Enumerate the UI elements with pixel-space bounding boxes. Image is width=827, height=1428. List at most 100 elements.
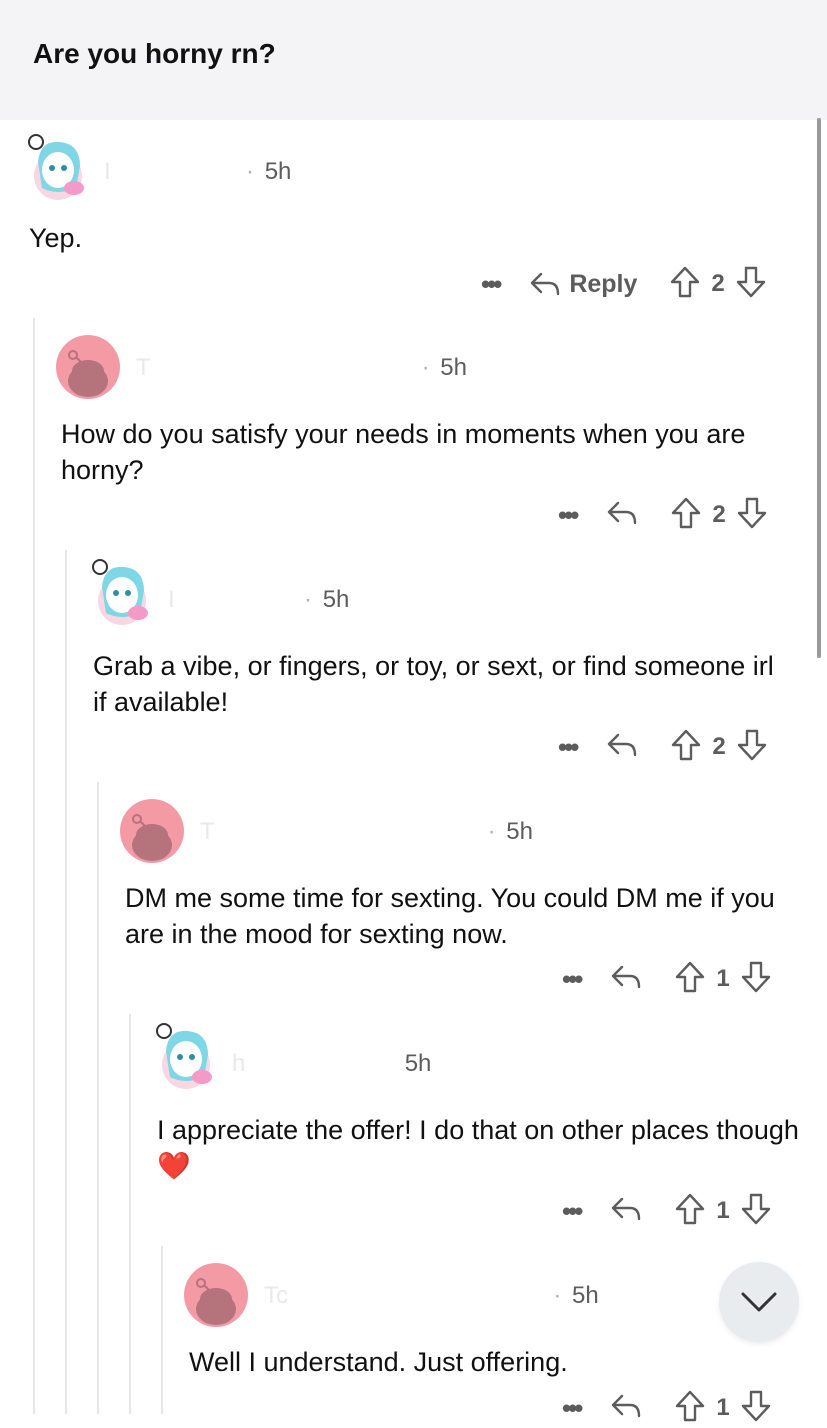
comment-actions: ••• 1 xyxy=(562,1388,772,1428)
upvote-icon xyxy=(672,497,701,528)
thread-line[interactable] xyxy=(129,1014,131,1414)
vote-count: 2 xyxy=(711,270,725,297)
thread-line[interactable] xyxy=(161,1246,163,1414)
downvote-icon xyxy=(741,961,770,992)
thread-line[interactable] xyxy=(65,550,67,1414)
comment-body: I appreciate the offer! I do that on oth… xyxy=(157,1112,817,1184)
timestamp: 5h xyxy=(506,818,533,845)
timestamp: 5h xyxy=(572,1282,599,1309)
upvote-button[interactable] xyxy=(674,1192,706,1231)
downvote-icon xyxy=(736,266,765,297)
snoo-avatar-icon[interactable] xyxy=(56,335,120,399)
upvote-button[interactable] xyxy=(674,1389,706,1428)
more-options-button[interactable]: ••• xyxy=(562,1196,583,1227)
downvote-icon xyxy=(737,729,766,760)
reply-button[interactable] xyxy=(610,1392,642,1425)
more-options-button[interactable]: ••• xyxy=(562,964,583,995)
reply-icon xyxy=(531,272,560,296)
downvote-button[interactable] xyxy=(740,1389,772,1428)
reply-button[interactable] xyxy=(610,963,642,996)
reply-button[interactable] xyxy=(606,731,638,764)
comment-actions: ••• 1 xyxy=(562,1191,772,1231)
upvote-icon xyxy=(676,961,705,992)
username[interactable]: Tc xyxy=(264,1282,288,1309)
comment-meta: I · 5h xyxy=(104,158,291,186)
meta-dot: · xyxy=(421,354,430,381)
vote-count: 2 xyxy=(712,733,726,760)
downvote-button[interactable] xyxy=(736,496,768,535)
meta-dot: · xyxy=(304,586,313,613)
more-options-button[interactable]: ••• xyxy=(562,1393,583,1424)
reply-button[interactable]: Reply xyxy=(529,270,637,299)
snoo-avatar-icon[interactable] xyxy=(184,1263,248,1327)
comment-meta: T · 5h xyxy=(200,818,533,846)
upvote-icon xyxy=(671,266,700,297)
vote-count: 1 xyxy=(716,965,730,992)
reply-button[interactable] xyxy=(610,1195,642,1228)
username[interactable]: T xyxy=(200,818,214,845)
comment-body: How do you satisfy your needs in moments… xyxy=(61,419,746,485)
comment-text: I appreciate the offer! I do that on oth… xyxy=(157,1115,799,1145)
reply-icon xyxy=(612,1394,641,1417)
username[interactable]: h xyxy=(232,1050,245,1077)
downvote-button[interactable] xyxy=(735,265,767,304)
upvote-icon xyxy=(672,729,701,760)
post-header: Are you horny rn? xyxy=(0,0,827,120)
downvote-button[interactable] xyxy=(740,1192,772,1231)
username[interactable]: I xyxy=(104,158,111,185)
downvote-icon xyxy=(741,1390,770,1421)
reply-label: Reply xyxy=(569,269,638,298)
meta-dot: · xyxy=(553,1282,562,1309)
vote-count: 1 xyxy=(716,1197,730,1224)
timestamp: 5h xyxy=(264,158,292,185)
scroll-down-button[interactable] xyxy=(719,1262,799,1342)
comment-actions: ••• 2 xyxy=(558,495,768,535)
downvote-button[interactable] xyxy=(736,728,768,767)
thread-line[interactable] xyxy=(33,318,35,1414)
meta-dot: · xyxy=(246,158,255,185)
timestamp: 5h xyxy=(440,354,467,381)
thread-line[interactable] xyxy=(97,782,99,1414)
downvote-button[interactable] xyxy=(740,960,772,999)
more-options-button[interactable]: ••• xyxy=(481,269,502,300)
upvote-button[interactable] xyxy=(670,728,702,767)
comment-actions: ••• 1 xyxy=(562,959,772,999)
upvote-icon xyxy=(676,1193,705,1224)
vote-count: 1 xyxy=(716,1394,730,1421)
post-title: Are you horny rn? xyxy=(33,38,276,69)
username[interactable]: T xyxy=(136,354,150,381)
more-options-button[interactable]: ••• xyxy=(558,732,579,763)
comment-actions: ••• 2 xyxy=(558,727,768,767)
meta-dot: · xyxy=(487,818,496,845)
comment-actions: ••• Reply 2 xyxy=(481,264,767,304)
comment-meta: h 5h xyxy=(232,1050,431,1078)
scrollbar[interactable] xyxy=(817,118,821,658)
comment-meta: T · 5h xyxy=(136,354,467,382)
anime-avatar-icon[interactable] xyxy=(24,132,88,200)
timestamp: 5h xyxy=(404,1050,432,1077)
comment-body: Yep. xyxy=(29,223,83,253)
comment-body: Well I understand. Just offering. xyxy=(189,1347,568,1377)
upvote-button[interactable] xyxy=(670,496,702,535)
downvote-icon xyxy=(741,1193,770,1224)
more-options-button[interactable]: ••• xyxy=(558,500,579,531)
anime-avatar-icon[interactable] xyxy=(152,1021,216,1089)
upvote-icon xyxy=(676,1390,705,1421)
username[interactable]: I xyxy=(168,586,175,613)
timestamp: 5h xyxy=(322,586,350,613)
downvote-icon xyxy=(737,497,766,528)
upvote-button[interactable] xyxy=(669,265,701,304)
comment-meta: I · 5h xyxy=(168,586,349,614)
snoo-avatar-icon[interactable] xyxy=(120,799,184,863)
comment-body: Grab a vibe, or fingers, or toy, or sext… xyxy=(93,651,774,717)
reply-icon xyxy=(612,1197,641,1220)
reply-icon xyxy=(612,965,641,988)
heart-emoji: ❤️ xyxy=(157,1151,191,1181)
anime-avatar-icon[interactable] xyxy=(88,557,152,625)
chevron-down-icon xyxy=(741,1292,777,1312)
comment-meta: Tc · 5h xyxy=(264,1282,599,1310)
reply-button[interactable] xyxy=(606,499,638,532)
upvote-button[interactable] xyxy=(674,960,706,999)
reply-icon xyxy=(608,501,637,524)
reply-icon xyxy=(608,733,637,756)
